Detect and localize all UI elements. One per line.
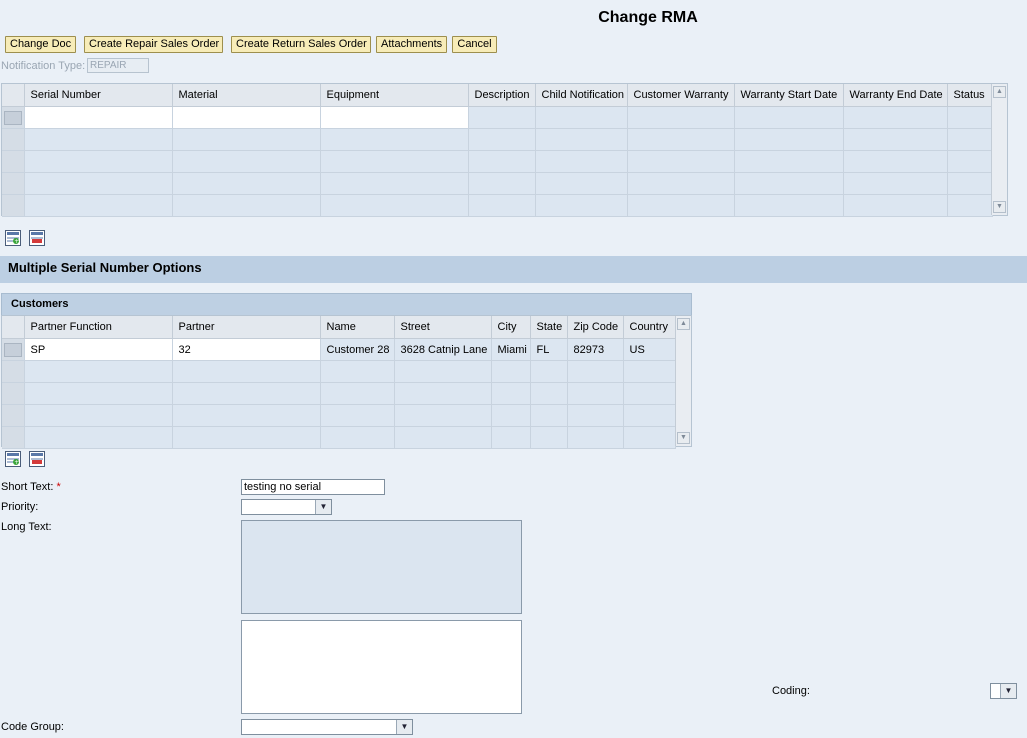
table-row [2,106,993,129]
table-row [2,172,993,195]
material-input[interactable] [172,106,321,129]
page-title: Change RMA [598,9,698,26]
table-row [2,426,676,449]
row-selector[interactable] [2,172,25,195]
column-header-city[interactable]: City [491,316,531,339]
dropdown-arrow-icon[interactable]: ▼ [396,720,412,734]
table-cell [947,106,993,129]
row-selector[interactable] [2,426,25,449]
column-header-street[interactable]: Street [394,316,492,339]
long-text-history-area [241,520,522,614]
serial-number-input[interactable] [24,106,173,129]
zip-code-cell: 82973 [567,338,624,361]
notification-type-label: Notification Type: [1,60,86,72]
serial-number-table: Serial Number Material Equipment Descrip… [1,83,1008,217]
customers-table: Partner Function Partner Name Street Cit… [1,315,692,449]
column-header-warranty-end-date[interactable]: Warranty End Date [843,84,948,107]
column-header-partner[interactable]: Partner [172,316,321,339]
table-row [2,404,676,427]
column-header-warranty-start-date[interactable]: Warranty Start Date [734,84,844,107]
short-text-label-text: Short Text: [1,481,54,493]
coding-label: Coding: [772,685,810,697]
column-header-status[interactable]: Status [947,84,993,107]
scroll-up-icon[interactable]: ▲ [993,86,1006,98]
table-cell [535,106,628,129]
table-row [2,382,676,405]
table-cell [843,106,948,129]
column-header-customer-warranty[interactable]: Customer Warranty [627,84,735,107]
column-header-zip-code[interactable]: Zip Code [567,316,624,339]
long-text-input[interactable] [241,620,522,714]
delete-row-icon[interactable] [29,451,45,467]
scroll-down-icon[interactable]: ▼ [993,201,1006,213]
equipment-input[interactable] [320,106,469,129]
dropdown-arrow-icon[interactable]: ▼ [1000,684,1016,698]
row-selector[interactable] [2,382,25,405]
insert-row-icon[interactable]: + [5,230,21,246]
row-selector[interactable] [2,404,25,427]
row-selector[interactable] [2,194,25,217]
column-header-serial-number[interactable]: Serial Number [24,84,173,107]
cancel-button[interactable]: Cancel [452,36,497,53]
attachments-button[interactable]: Attachments [376,36,447,53]
svg-text:+: + [14,459,19,466]
short-text-input[interactable]: testing no serial [241,479,385,495]
short-text-label: Short Text: * [1,481,61,493]
section-header: Multiple Serial Number Options [0,256,1027,283]
column-header-state[interactable]: State [530,316,568,339]
row-selector[interactable] [2,150,25,173]
customers-table-title: Customers [1,293,692,315]
row-selector[interactable] [2,106,25,129]
dropdown-arrow-icon[interactable]: ▼ [315,500,331,514]
svg-text:+: + [14,238,19,245]
priority-label: Priority: [1,501,39,513]
insert-row-icon[interactable]: + [5,451,21,467]
column-header-material[interactable]: Material [172,84,321,107]
table-row [2,360,676,383]
scroll-down-icon[interactable]: ▼ [677,432,690,444]
create-return-sales-order-button[interactable]: Create Return Sales Order [231,36,371,53]
state-cell: FL [530,338,568,361]
partner-input[interactable]: 32 [172,338,321,361]
street-cell: 3628 Catnip Lane [394,338,492,361]
row-selector[interactable] [2,338,25,361]
coding-select[interactable]: ▼ [990,683,1017,699]
table-row [2,150,993,173]
column-header-child-notification[interactable]: Child Notification [535,84,628,107]
customers-table-scrollbar[interactable]: ▲ ▼ [675,316,691,446]
table-row: SP 32 Customer 28 3628 Catnip Lane Miami… [2,338,676,361]
scroll-up-icon[interactable]: ▲ [677,318,690,330]
table-row [2,194,993,217]
country-cell: US [623,338,676,361]
name-cell: Customer 28 [320,338,395,361]
city-cell: Miami [491,338,531,361]
table-cell [734,106,844,129]
delete-row-icon[interactable] [29,230,45,246]
code-group-label: Code Group: [1,721,64,733]
serial-table-scrollbar[interactable]: ▲ ▼ [991,84,1007,215]
column-header-partner-function[interactable]: Partner Function [24,316,173,339]
code-group-select[interactable]: ▼ [241,719,413,735]
required-indicator: * [56,481,61,493]
partner-function-input[interactable]: SP [24,338,173,361]
long-text-label: Long Text: [1,521,52,533]
row-selector[interactable] [2,128,25,151]
column-header-name[interactable]: Name [320,316,395,339]
column-header-equipment[interactable]: Equipment [320,84,469,107]
create-repair-sales-order-button[interactable]: Create Repair Sales Order [84,36,223,53]
table-cell [627,106,735,129]
table-cell [468,106,536,129]
table-row [2,128,993,151]
row-selector-header [2,316,25,339]
row-selector[interactable] [2,360,25,383]
column-header-description[interactable]: Description [468,84,536,107]
priority-select[interactable]: ▼ [241,499,332,515]
change-doc-button[interactable]: Change Doc [5,36,76,53]
notification-type-field: REPAIR [87,58,149,73]
column-header-country[interactable]: Country [623,316,676,339]
row-selector-header [2,84,25,107]
